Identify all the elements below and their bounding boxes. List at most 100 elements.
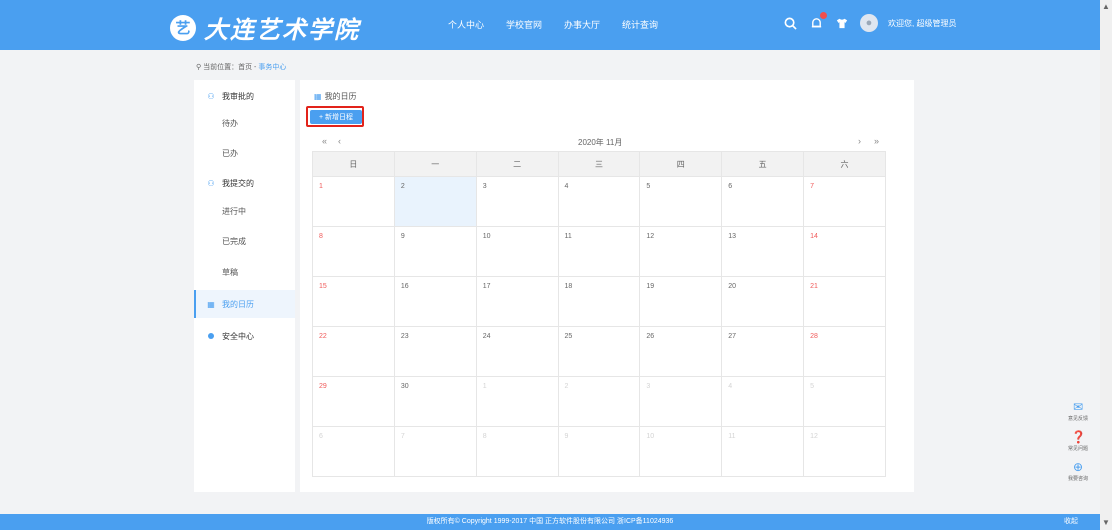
logo-text: 大连艺术学院 [204, 15, 360, 44]
day-cell-next-month[interactable]: 4 [721, 376, 805, 427]
nav-statistics[interactable]: 统计查询 [622, 18, 658, 31]
header-tools: ● 欢迎您, 超级管理员 [782, 12, 956, 32]
day-cell[interactable]: 22 [312, 326, 395, 377]
sidebar-item-label: 安全中心 [222, 331, 254, 341]
location-icon: ⚲ [196, 64, 202, 71]
breadcrumb-current[interactable]: 事务中心 [258, 64, 286, 71]
weekday-wed: 三 [557, 151, 641, 177]
day-cell[interactable]: 28 [803, 326, 886, 377]
nav-service-hall[interactable]: 办事大厅 [564, 18, 600, 31]
approval-icon: ⚇ [207, 91, 215, 101]
mail-icon: ✉ [1072, 400, 1084, 414]
day-cell-next-month[interactable]: 12 [803, 426, 886, 477]
sidebar-item-label: 草稿 [222, 267, 238, 277]
breadcrumb: ⚲ 当前位置：首页 - 事务中心 [196, 62, 286, 72]
day-cell[interactable]: 3 [475, 176, 559, 227]
next-month-button[interactable]: › [858, 136, 861, 146]
day-cell[interactable]: 12 [639, 226, 723, 277]
shirt-icon[interactable] [834, 15, 850, 31]
logo[interactable]: 艺 大连艺术学院 [170, 10, 360, 45]
weekday-header: 日 一 二 三 四 五 六 [312, 151, 886, 177]
sidebar-item-draft[interactable]: 草稿 [194, 258, 295, 286]
day-cell[interactable]: 21 [803, 276, 886, 327]
day-cell-next-month[interactable]: 3 [639, 376, 723, 427]
question-icon: ❓ [1070, 430, 1086, 444]
day-cell[interactable]: 16 [393, 276, 477, 327]
day-cell[interactable]: 25 [557, 326, 641, 377]
calendar-icon: ▦ [207, 299, 215, 309]
day-cell-next-month[interactable]: 2 [557, 376, 641, 427]
day-cell[interactable]: 30 [393, 376, 477, 427]
day-cell[interactable]: 15 [312, 276, 395, 327]
calendar-week: 8 9 10 11 12 13 14 [312, 226, 886, 277]
search-icon[interactable] [782, 15, 798, 31]
day-cell[interactable]: 11 [557, 226, 641, 277]
nav-school-site[interactable]: 学校官网 [506, 18, 542, 31]
calendar-week: 15 16 17 18 19 20 21 [312, 276, 886, 327]
welcome-text[interactable]: 欢迎您, 超级管理员 [888, 18, 956, 29]
day-cell[interactable]: 10 [475, 226, 559, 277]
day-cell[interactable]: 9 [393, 226, 477, 277]
day-cell[interactable]: 24 [475, 326, 559, 377]
day-cell[interactable]: 20 [721, 276, 805, 327]
feedback-tool[interactable]: ✉ 意见反馈 [1068, 400, 1088, 422]
sidebar-item-todo[interactable]: 待办 [194, 109, 295, 137]
day-cell[interactable]: 8 [312, 226, 395, 277]
sidebar-group-approval[interactable]: ⚇ 我审批的 [194, 82, 295, 110]
day-cell[interactable]: 27 [721, 326, 805, 377]
day-cell[interactable]: 14 [803, 226, 886, 277]
sidebar-item-in-progress[interactable]: 进行中 [194, 197, 295, 225]
day-cell[interactable]: 29 [312, 376, 395, 427]
faq-tool[interactable]: ❓ 常见问题 [1068, 430, 1088, 452]
day-cell[interactable]: 1 [312, 176, 395, 227]
day-cell[interactable]: 26 [639, 326, 723, 377]
submitted-icon: ⚇ [207, 178, 215, 188]
scroll-down-icon[interactable]: ▼ [1102, 518, 1110, 528]
day-cell-next-month[interactable]: 11 [721, 426, 805, 477]
day-cell[interactable]: 5 [639, 176, 723, 227]
day-cell-next-month[interactable]: 5 [803, 376, 886, 427]
copyright-text: 版权所有© Copyright 1999-2017 中国 正方软件股份有限公司 … [426, 518, 674, 525]
calendar-navigation: « ‹ 2020年 11月 › » [312, 136, 886, 150]
next-year-button[interactable]: » [874, 136, 879, 146]
calendar-week: 22 23 24 25 26 27 28 [312, 326, 886, 377]
sidebar-item-completed[interactable]: 已完成 [194, 227, 295, 255]
day-cell-next-month[interactable]: 6 [312, 426, 395, 477]
day-cell[interactable]: 6 [721, 176, 805, 227]
prev-month-button[interactable]: ‹ [338, 136, 341, 146]
day-cell-next-month[interactable]: 8 [475, 426, 559, 477]
highlight-box [306, 106, 364, 127]
collapse-button[interactable]: 收起 [1064, 514, 1078, 530]
scroll-up-icon[interactable]: ▲ [1102, 2, 1110, 12]
day-cell[interactable]: 18 [557, 276, 641, 327]
sidebar-item-done[interactable]: 已办 [194, 139, 295, 167]
top-header: 艺 大连艺术学院 个人中心 学校官网 办事大厅 统计查询 ● 欢迎您, 超级管理… [0, 0, 1100, 50]
day-cell[interactable]: 23 [393, 326, 477, 377]
notification-badge [820, 12, 827, 19]
day-cell[interactable]: 4 [557, 176, 641, 227]
day-cell-next-month[interactable]: 10 [639, 426, 723, 477]
day-cell[interactable]: 7 [803, 176, 886, 227]
avatar[interactable]: ● [860, 14, 878, 32]
sidebar-group-label: 我审批的 [222, 91, 254, 101]
nav-personal-center[interactable]: 个人中心 [448, 18, 484, 31]
sidebar-item-security[interactable]: 安全中心 [194, 322, 295, 350]
sidebar-group-submitted[interactable]: ⚇ 我提交的 [194, 169, 295, 197]
day-cell-today[interactable]: 2 [393, 176, 477, 227]
calendar-week: 29 30 1 2 3 4 5 [312, 376, 886, 427]
calendar-icon: ▦ [314, 92, 322, 101]
day-cell-next-month[interactable]: 1 [475, 376, 559, 427]
page-scrollbar[interactable]: ▲ ▼ [1100, 0, 1112, 530]
day-cell[interactable]: 13 [721, 226, 805, 277]
day-cell[interactable]: 17 [475, 276, 559, 327]
day-cell[interactable]: 19 [639, 276, 723, 327]
sidebar-item-calendar[interactable]: ▦ 我的日历 [194, 290, 295, 318]
sidebar-group-label: 我提交的 [222, 178, 254, 188]
day-cell-next-month[interactable]: 7 [393, 426, 477, 477]
calendar-title-label: 我的日历 [324, 92, 357, 101]
chat-icon: ⊕ [1072, 460, 1084, 474]
day-cell-next-month[interactable]: 9 [557, 426, 641, 477]
consult-tool[interactable]: ⊕ 我要咨询 [1068, 460, 1088, 482]
prev-year-button[interactable]: « [322, 136, 327, 146]
bell-icon[interactable] [808, 12, 827, 31]
